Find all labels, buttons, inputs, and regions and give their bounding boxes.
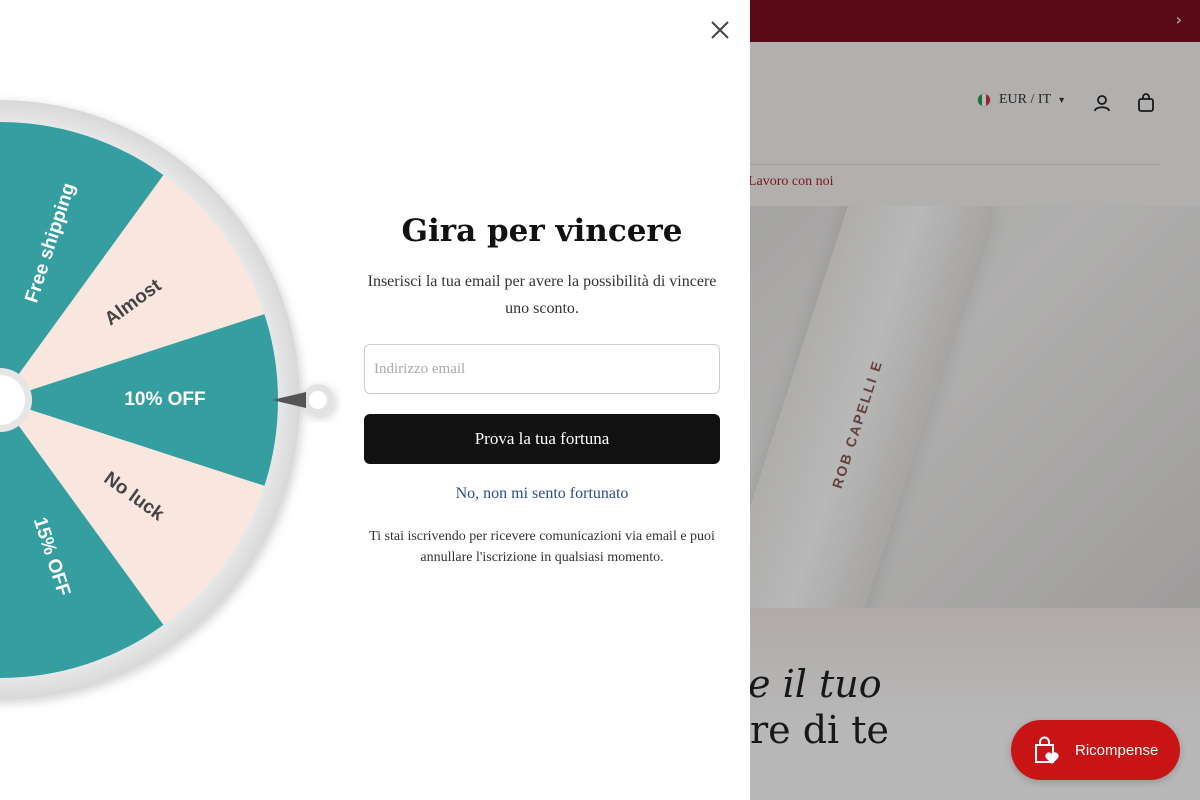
try-luck-button[interactable]: Prova la tua fortuna: [364, 414, 720, 464]
fine-print: Ti stai iscrivendo per ricevere comunica…: [369, 529, 715, 565]
decline-link[interactable]: No, non mi sento fortunato: [364, 485, 720, 503]
modal-overlay[interactable]: [750, 0, 1200, 800]
rewards-button[interactable]: Ricompense: [1011, 720, 1180, 780]
popup-description: Inserisci la tua email per avere la poss…: [367, 273, 717, 317]
popup-title: Gira per vincere: [401, 213, 683, 249]
rewards-label: Ricompense: [1075, 741, 1159, 759]
wheel-slice-label: 10% OFF: [124, 389, 205, 410]
spin-wheel-popup: Sorry...Free shippingAlmost10% OFFNo luc…: [0, 0, 750, 800]
close-icon[interactable]: [708, 18, 732, 42]
shopping-bag-heart-icon: [1035, 736, 1059, 764]
prize-wheel: Sorry...Free shippingAlmost10% OFFNo luc…: [0, 100, 334, 700]
email-field[interactable]: [364, 344, 720, 394]
